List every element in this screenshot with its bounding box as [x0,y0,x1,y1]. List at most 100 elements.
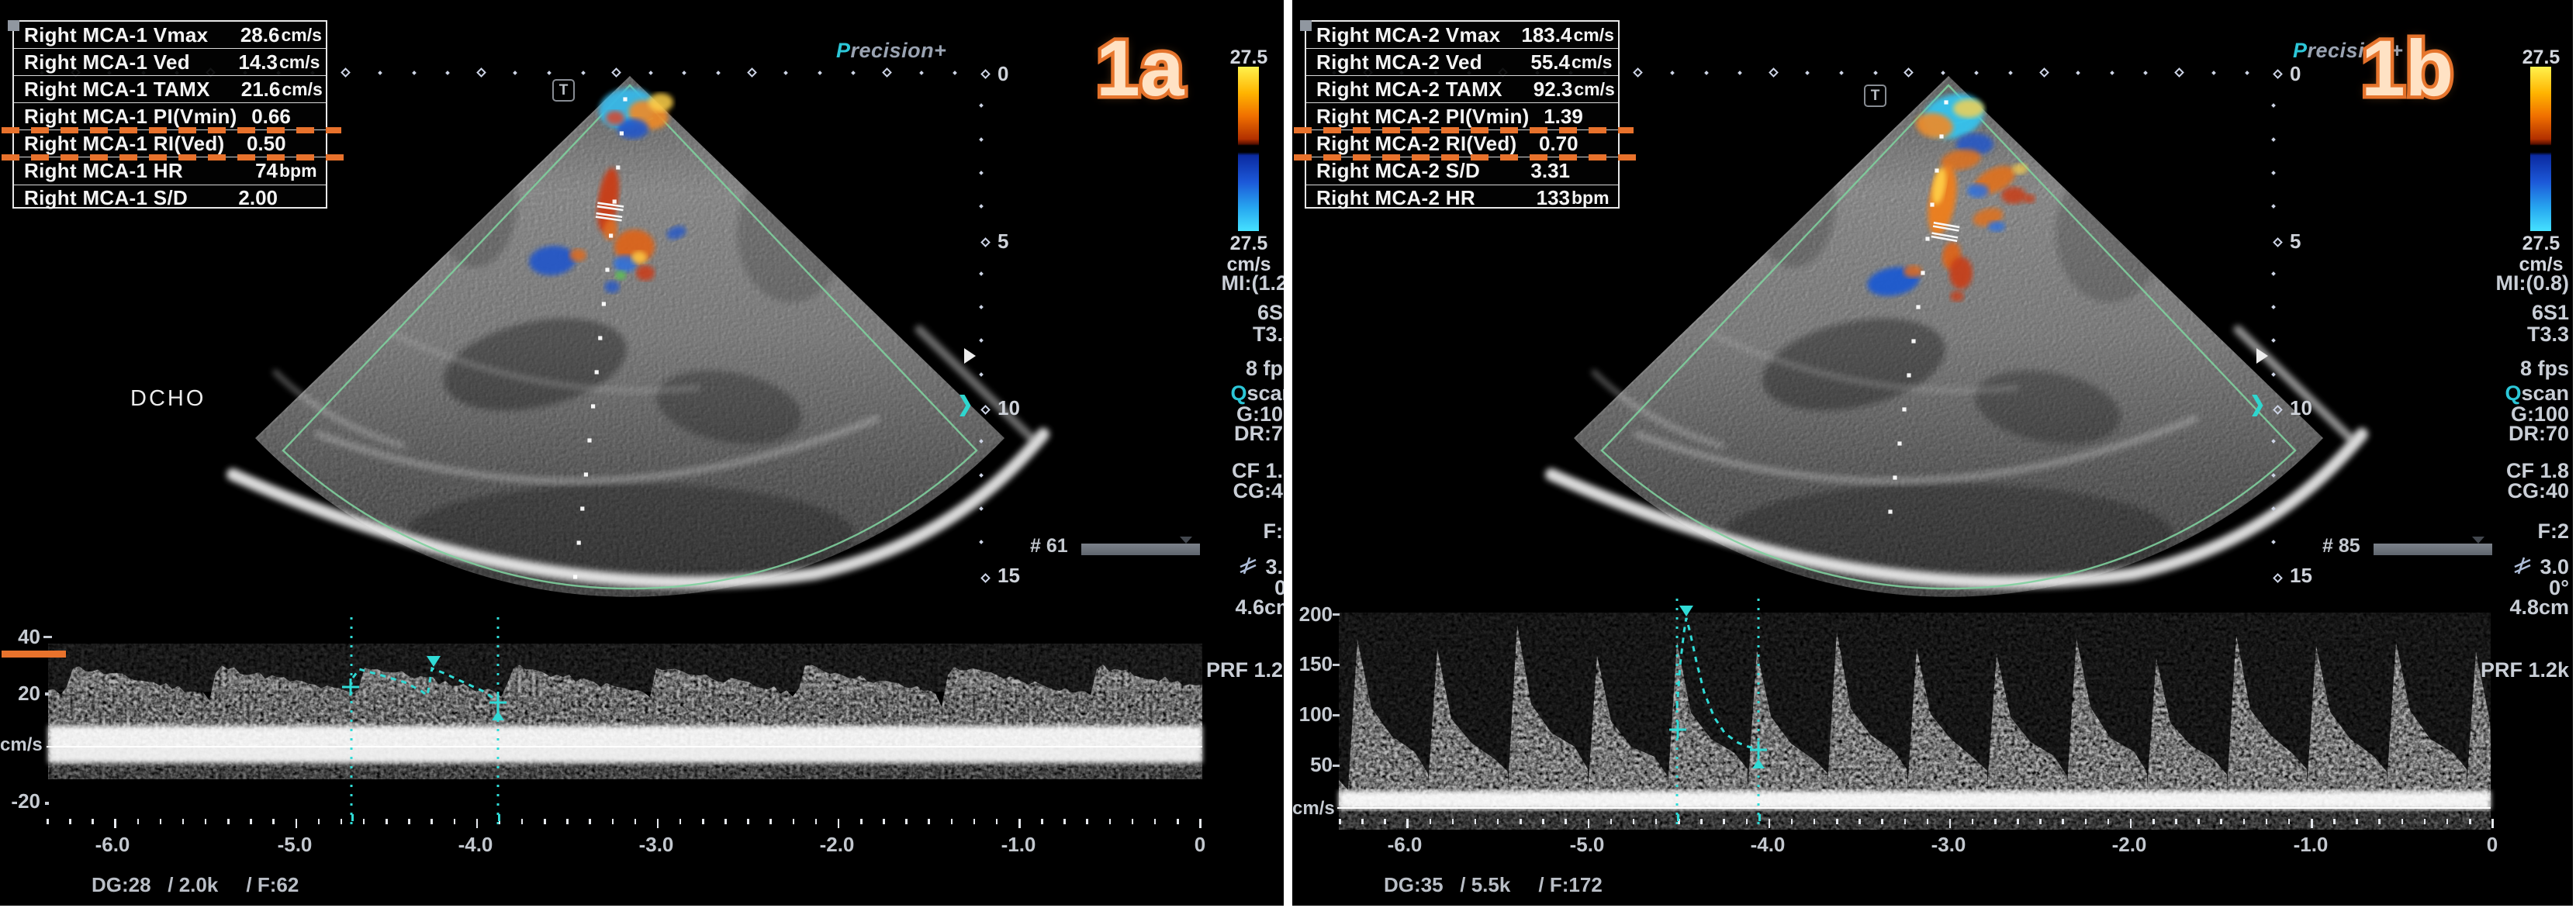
time-tick [250,819,252,824]
probe-name: 6S1 [1257,301,1284,325]
time-tick [928,819,930,824]
time-tick [227,819,230,824]
measurement-label: Right MCA-2 RI(Ved) [1306,132,1516,156]
time-tick [1041,819,1043,824]
time-tick [430,819,433,824]
mi-value: MI:(1.2) [1222,271,1285,295]
measurement-label: Right MCA-2 HR [1306,186,1495,210]
time-label: -6.0 [1374,833,1436,857]
focus-value: F:2 [2538,520,2570,544]
ri-underline [1294,154,1640,161]
measurement-unit: cm/s [1572,79,1618,100]
table-row: Right MCA-1 S/D2.00 [14,185,326,212]
measurement-value: 0.50 [224,132,285,156]
frame-progress-bar [2374,544,2492,555]
time-tick [182,819,185,824]
time-label: -2.0 [2098,833,2160,857]
velocity-tick [1333,765,1340,767]
orientation-letter: T [559,82,569,99]
depth-label: 5 [998,230,1008,254]
time-tick [341,819,343,824]
time-tick [2491,819,2494,828]
frame-counter: # 61 [1030,535,1068,558]
measurement-label: Right MCA-1 RI(Ved) [14,132,224,156]
cg-value: CG:40 [1233,479,1284,503]
prf-value: PRF 1.2k [2481,658,2569,682]
time-tick [476,819,479,828]
time-label: 0 [2461,833,2523,857]
brand-logo: Precision+ [836,39,946,63]
time-tick [1927,819,1929,824]
velocity-tick [45,692,49,696]
time-tick [1700,819,1703,824]
measurement-value: 28.6 [208,23,279,47]
dynamic-range: DR:70 [1234,422,1284,446]
measurement-label: Right MCA-1 Vmax [14,23,208,47]
table-row: Right MCA-1 HR74bpm [14,157,326,185]
qscan-q: Q [2505,381,2521,405]
time-tick [2266,819,2268,824]
time-label: -2.0 [806,833,868,857]
angle-correct-icon [2512,557,2533,575]
cg-value: CG:40 [2507,479,2569,503]
table-row: Right MCA-2 HR133bpm [1306,185,1618,212]
depth-value: 4.8cm [2509,596,2569,620]
time-tick [1610,819,1613,824]
time-tick [973,819,976,824]
table-row: Right MCA-2 TAMX92.3cm/s [1306,76,1618,103]
table-row: Right MCA-2 Ved55.4cm/s [1306,49,1618,76]
measurement-label: Right MCA-1 HR [14,159,203,183]
velocity-label: 20 [0,682,40,706]
time-label: -4.0 [1737,833,1799,857]
time-tick [2220,819,2222,824]
velocity-label: 150 [1292,652,1333,676]
frame-counter: # 85 [2322,535,2360,558]
measurement-rows: Right MCA-1 Vmax28.6cm/sRight MCA-1 Ved1… [14,22,326,212]
time-tick [2288,819,2291,824]
time-tick [2107,819,2110,824]
depth-cursor-icon: ❯ [2249,392,2265,416]
measurement-value: 0.66 [237,105,291,129]
panel-1a: 051015 ❯ T Right MCA-1 Vmax28.6cm/sRight… [0,0,1284,906]
depth-label: 10 [998,396,1020,420]
time-label: -5.0 [1556,833,1618,857]
time-tick [1154,819,1157,824]
time-tick [679,819,682,824]
mi-value: MI:(0.8) [2496,271,2570,295]
time-tick [1746,819,1748,824]
velocity-tick [1333,664,1340,666]
measurement-value: 3.31 [1495,159,1570,183]
table-row: Right MCA-2 S/D3.31 [1306,157,1618,185]
time-tick [363,819,365,824]
measurement-value: 0.70 [1516,132,1578,156]
velocity-tick [1333,714,1340,716]
time-tick [1177,819,1179,824]
measurement-label: Right MCA-2 Ved [1306,50,1495,74]
velocity-label: -20 [0,789,40,813]
time-tick [1859,819,1861,824]
time-tick [408,819,410,824]
time-tick [951,819,953,824]
time-tick [1361,819,1364,824]
pi-underline [2,127,341,133]
time-tick [114,819,116,828]
time-tick [2333,819,2336,824]
time-tick [860,819,863,824]
time-tick [2446,819,2449,824]
time-tick [589,819,591,824]
measurement-unit: cm/s [280,79,326,100]
time-tick [1406,819,1409,828]
time-tick [92,819,94,824]
time-tick [1655,819,1658,824]
time-label: -1.0 [987,833,1049,857]
measurement-unit: cm/s [278,52,326,73]
qscan-rest: scan [1247,381,1284,405]
time-tick [2017,819,2019,824]
probe-name: 6S1 [2532,301,2569,325]
orientation-marker-icon: T [552,79,575,102]
measurement-value: 21.6 [210,78,281,102]
imaging-params: MI:(0.8) 6S1 T3.3 8 fps Qscan G:100 DR:7… [2375,0,2569,775]
depth-label: 15 [2290,564,2312,588]
time-tick [612,819,614,824]
velocity-tick [43,636,52,638]
